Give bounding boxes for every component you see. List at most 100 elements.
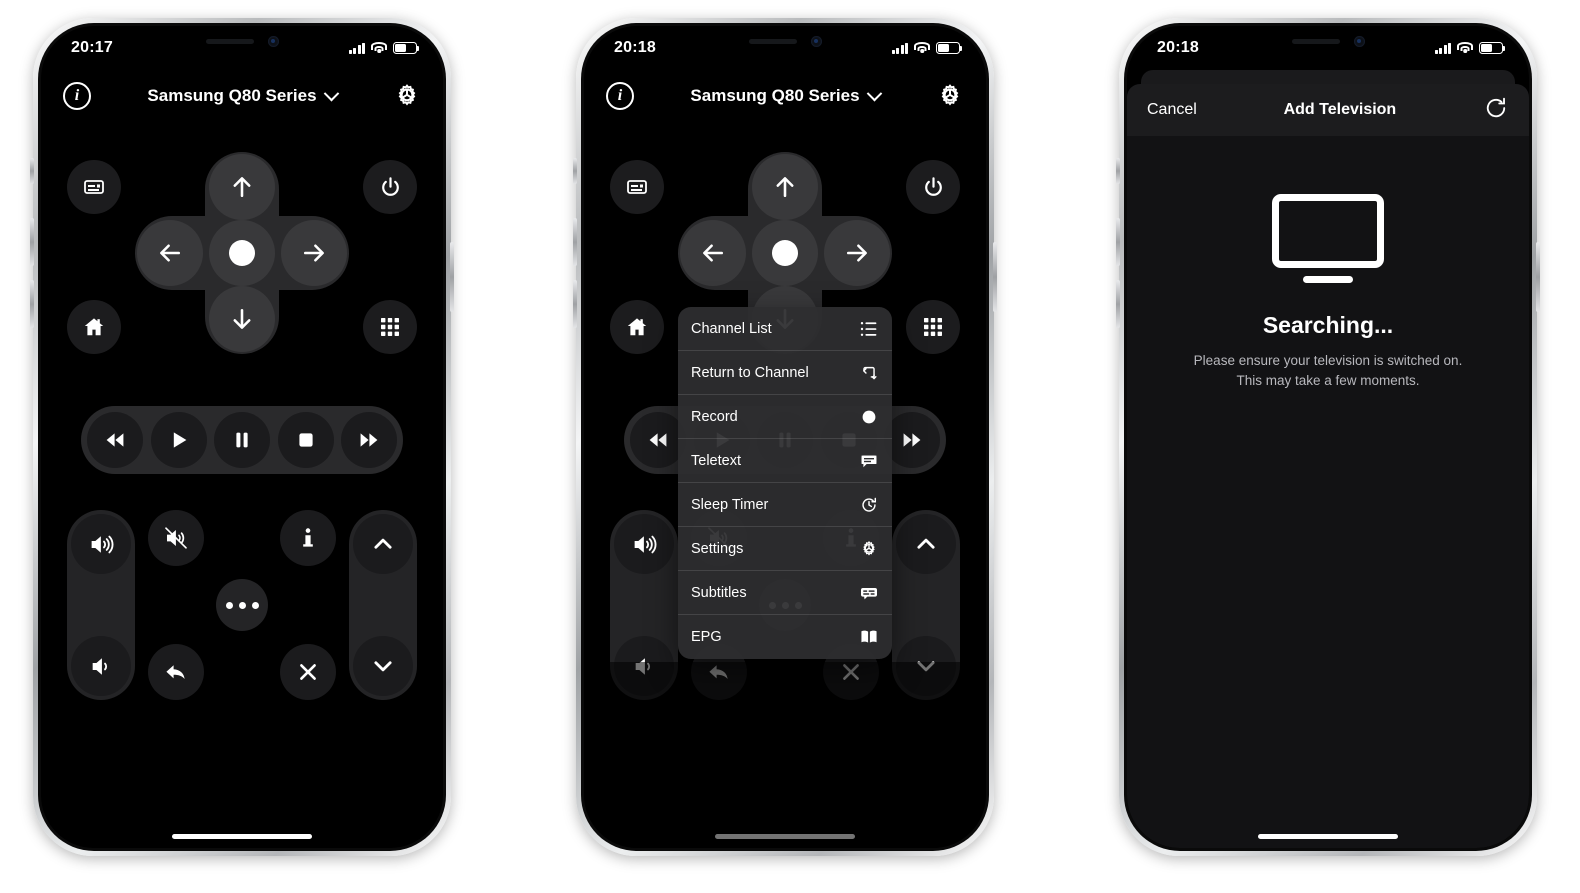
silent-switch[interactable]	[1116, 158, 1120, 184]
volume-up-button[interactable]	[614, 514, 674, 574]
gear-icon[interactable]	[393, 82, 421, 110]
volume-up-button[interactable]	[71, 514, 131, 574]
volume-up-hardware-button[interactable]	[573, 218, 577, 266]
sheet-navbar: Cancel Add Television	[1127, 84, 1529, 136]
status-indicators	[891, 42, 963, 54]
keypad-button[interactable]	[363, 300, 417, 354]
back-button[interactable]	[148, 644, 204, 700]
exit-button[interactable]	[280, 644, 336, 700]
mute-button[interactable]	[148, 510, 204, 566]
dpad-up-button[interactable]	[752, 154, 818, 220]
dpad-down-button[interactable]	[209, 286, 275, 352]
cellular-signal-icon	[348, 42, 365, 54]
volume-down-button[interactable]	[71, 636, 131, 696]
channel-down-button[interactable]	[353, 636, 413, 696]
dpad-left-button[interactable]	[680, 220, 746, 286]
menu-item-label: EPG	[691, 629, 722, 645]
fast-forward-button[interactable]	[341, 412, 397, 468]
pause-button[interactable]	[214, 412, 270, 468]
home-button[interactable]	[67, 300, 121, 354]
volume-down-hardware-button[interactable]	[573, 280, 577, 328]
searching-heading: Searching...	[1262, 312, 1394, 338]
menu-item-label: Sleep Timer	[691, 496, 769, 513]
dpad-up-button[interactable]	[209, 154, 275, 220]
menu-item-label: Return to Channel	[691, 364, 809, 381]
subtext-line-1: Please ensure your television is switche…	[1193, 353, 1463, 368]
phone-bezel: 20:17 i Samsung Q80 Series	[38, 23, 446, 851]
channel-up-button[interactable]	[353, 514, 413, 574]
status-indicators	[348, 42, 420, 54]
keypad-button[interactable]	[906, 300, 960, 354]
searching-subtext: Please ensure your television is switche…	[1194, 351, 1463, 392]
dpad-left-button[interactable]	[137, 220, 203, 286]
phone-2-context-menu: 20:18 i Samsung Q80 Series Channel List …	[573, 18, 997, 856]
gear-icon[interactable]	[936, 82, 964, 110]
stop-button[interactable]	[277, 412, 334, 468]
notch	[1254, 26, 1402, 56]
record-dot-icon	[859, 407, 879, 427]
volume-down-hardware-button[interactable]	[1116, 280, 1120, 328]
menu-item-epg[interactable]: EPG	[678, 615, 892, 659]
earpiece-speaker	[205, 38, 254, 44]
menu-item-return-to-channel[interactable]: Return to Channel	[678, 351, 892, 395]
dpad-right-button[interactable]	[824, 220, 890, 286]
fast-forward-button[interactable]	[884, 412, 940, 468]
menu-item-record[interactable]: Record	[678, 395, 892, 439]
channel-up-button[interactable]	[896, 514, 956, 574]
refresh-icon[interactable]	[1483, 95, 1509, 126]
info-button[interactable]	[280, 510, 336, 566]
power-button[interactable]	[906, 160, 960, 214]
menu-item-settings[interactable]: Settings	[678, 527, 892, 571]
battery-icon	[936, 42, 963, 54]
cancel-button[interactable]: Cancel	[1147, 101, 1197, 119]
info-circle-icon[interactable]: i	[63, 82, 91, 110]
cellular-signal-icon	[1434, 42, 1451, 54]
menu-item-teletext[interactable]: Teletext	[678, 439, 892, 483]
dpad	[135, 152, 349, 354]
device-selector[interactable]: Samsung Q80 Series	[147, 85, 339, 106]
power-hardware-button[interactable]	[993, 242, 997, 312]
wifi-icon	[371, 42, 387, 54]
info-circle-icon[interactable]: i	[606, 82, 634, 110]
menu-item-channel-list[interactable]: Channel List	[678, 307, 892, 351]
menu-backdrop[interactable]	[584, 662, 986, 848]
phone-1-remote-screen: 20:17 i Samsung Q80 Series	[30, 18, 454, 856]
media-controls-bar	[81, 406, 403, 474]
silent-switch[interactable]	[573, 158, 577, 184]
rewind-button[interactable]	[87, 412, 143, 468]
home-indicator[interactable]	[1258, 834, 1398, 839]
volume-pill	[67, 510, 135, 700]
screenshot-stage: 20:17 i Samsung Q80 Series 20:18 i Samsu…	[0, 0, 1580, 893]
menu-item-subtitles[interactable]: Subtitles	[678, 571, 892, 615]
battery-icon	[1479, 42, 1506, 54]
notch	[168, 26, 316, 56]
earpiece-speaker	[1291, 38, 1340, 44]
source-button[interactable]	[67, 160, 121, 214]
device-selector[interactable]: Samsung Q80 Series	[690, 85, 882, 106]
play-button[interactable]	[150, 412, 207, 468]
dpad-ok-button[interactable]	[209, 220, 275, 286]
power-hardware-button[interactable]	[450, 242, 454, 312]
source-button[interactable]	[610, 160, 664, 214]
dpad-right-button[interactable]	[281, 220, 347, 286]
phone-3-add-television: 20:18 Cancel Add Television Searching...…	[1116, 18, 1540, 856]
volume-down-hardware-button[interactable]	[30, 280, 34, 328]
volume-up-hardware-button[interactable]	[30, 218, 34, 266]
subtext-line-2: This may take a few moments.	[1236, 373, 1420, 389]
subtitles-icon	[859, 583, 879, 603]
chevron-down-icon	[323, 85, 339, 101]
menu-item-sleep-timer[interactable]: Sleep Timer	[678, 483, 892, 527]
volume-up-hardware-button[interactable]	[1116, 218, 1120, 266]
dpad-ok-button[interactable]	[752, 220, 818, 286]
menu-item-label: Teletext	[691, 452, 741, 469]
bottom-controls	[67, 510, 417, 700]
silent-switch[interactable]	[30, 158, 34, 184]
ok-center-icon	[772, 240, 798, 266]
epg-book-icon	[859, 627, 879, 647]
home-indicator[interactable]	[172, 834, 312, 839]
power-button[interactable]	[363, 160, 417, 214]
home-button[interactable]	[610, 300, 664, 354]
status-indicators	[1434, 42, 1506, 54]
power-hardware-button[interactable]	[1536, 242, 1540, 312]
more-button[interactable]	[216, 579, 268, 631]
